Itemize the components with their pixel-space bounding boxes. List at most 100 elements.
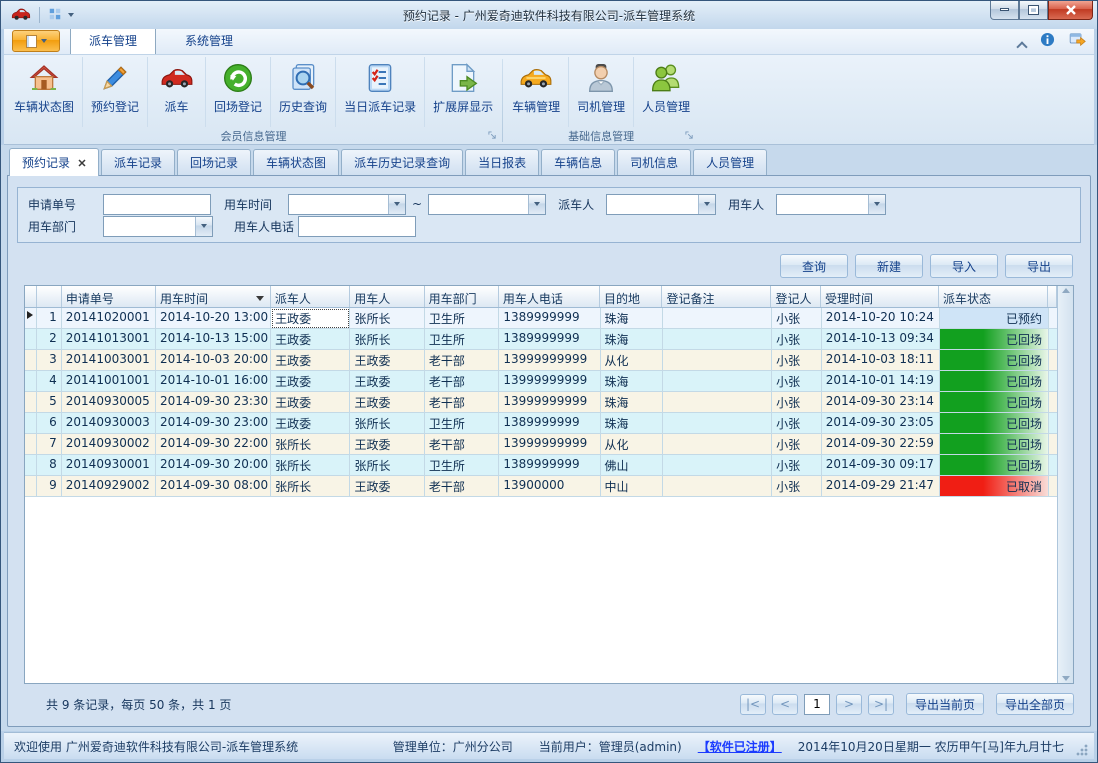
ribbon-button-vehicle-manage[interactable]: 车辆管理 bbox=[504, 57, 569, 127]
cell-status[interactable]: 已回场 bbox=[940, 350, 1049, 371]
cell-registrar[interactable]: 小张 bbox=[772, 350, 822, 371]
cell-phone[interactable]: 1389999999 bbox=[499, 455, 600, 476]
cell-destination[interactable]: 珠海 bbox=[601, 371, 664, 392]
cell-apply_no[interactable]: 20141003001 bbox=[62, 350, 156, 371]
cell-registrar[interactable]: 小张 bbox=[772, 329, 822, 350]
apply-no-input[interactable] bbox=[103, 194, 211, 215]
cell-use_time[interactable]: 2014-09-30 23:00 bbox=[156, 413, 271, 434]
row-indicator-cell[interactable] bbox=[25, 413, 37, 434]
dialog-launcher-icon[interactable] bbox=[685, 130, 694, 143]
cell-remark[interactable] bbox=[663, 434, 772, 455]
cell-user[interactable]: 张所长 bbox=[350, 413, 424, 434]
row-number-cell[interactable]: 2 bbox=[37, 329, 62, 350]
application-menu-button[interactable] bbox=[12, 30, 60, 52]
row-indicator-cell[interactable] bbox=[25, 455, 37, 476]
dropdown-icon[interactable] bbox=[528, 195, 545, 214]
cell-accept_time[interactable]: 2014-09-30 23:05 bbox=[822, 413, 940, 434]
cell-remark[interactable] bbox=[663, 392, 772, 413]
cell-department[interactable]: 卫生所 bbox=[425, 413, 499, 434]
export-button[interactable]: 导出 bbox=[1005, 254, 1073, 278]
cell-status[interactable]: 已预约 bbox=[940, 308, 1049, 329]
dialog-launcher-icon[interactable] bbox=[488, 130, 497, 143]
row-number-cell[interactable]: 3 bbox=[37, 350, 62, 371]
cell-department[interactable]: 老干部 bbox=[425, 392, 499, 413]
cell-user[interactable]: 王政委 bbox=[350, 434, 424, 455]
cell-department[interactable]: 老干部 bbox=[425, 434, 499, 455]
column-header-2[interactable]: 派车人 bbox=[271, 286, 350, 307]
cell-accept_time[interactable]: 2014-10-20 10:24 bbox=[822, 308, 940, 329]
cell-dispatcher[interactable]: 张所长 bbox=[271, 455, 350, 476]
row-indicator-cell[interactable] bbox=[25, 392, 37, 413]
grid-row-1[interactable]: 1201410200012014-10-20 13:00王政委张所长卫生所138… bbox=[25, 308, 1057, 329]
column-header-3[interactable]: 用车人 bbox=[350, 286, 424, 307]
cell-accept_time[interactable]: 2014-10-01 14:19 bbox=[822, 371, 940, 392]
ribbon-tab-system[interactable]: 系统管理 bbox=[166, 26, 252, 54]
cell-apply_no[interactable]: 20140930003 bbox=[62, 413, 156, 434]
column-header-0[interactable]: 申请单号 bbox=[62, 286, 156, 307]
grid-row-5[interactable]: 5201409300052014-09-30 23:30王政委王政委老干部139… bbox=[25, 392, 1057, 413]
dispatcher-combo[interactable] bbox=[606, 194, 716, 215]
column-header-9[interactable]: 受理时间 bbox=[821, 286, 939, 307]
cell-destination[interactable]: 珠海 bbox=[601, 329, 664, 350]
department-combo[interactable] bbox=[103, 216, 213, 237]
cell-destination[interactable]: 从化 bbox=[601, 350, 664, 371]
row-number-cell[interactable]: 9 bbox=[37, 476, 62, 497]
cell-apply_no[interactable]: 20140930002 bbox=[62, 434, 156, 455]
grid-row-3[interactable]: 3201410030012014-10-03 20:00王政委王政委老干部139… bbox=[25, 350, 1057, 371]
ribbon-button-dispatch[interactable]: 派车 bbox=[148, 57, 206, 127]
ribbon-button-personnel-manage[interactable]: 人员管理 bbox=[634, 57, 698, 127]
row-indicator-cell[interactable] bbox=[25, 329, 37, 350]
create-button[interactable]: 新建 bbox=[855, 254, 923, 278]
cell-user[interactable]: 王政委 bbox=[350, 350, 424, 371]
cell-phone[interactable]: 1389999999 bbox=[499, 329, 600, 350]
cell-remark[interactable] bbox=[663, 308, 772, 329]
row-number-cell[interactable]: 8 bbox=[37, 455, 62, 476]
resize-grip[interactable] bbox=[1076, 744, 1088, 756]
export-all-pages-button[interactable]: 导出全部页 bbox=[996, 693, 1074, 715]
doc-tab-1[interactable]: 派车记录 bbox=[101, 149, 175, 176]
cell-status[interactable]: 已回场 bbox=[940, 434, 1049, 455]
cell-destination[interactable]: 佛山 bbox=[601, 455, 664, 476]
cell-phone[interactable]: 13999999999 bbox=[499, 434, 600, 455]
cell-apply_no[interactable]: 20141020001 bbox=[62, 308, 156, 329]
doc-tab-7[interactable]: 司机信息 bbox=[617, 149, 691, 176]
column-header-10[interactable]: 派车状态 bbox=[939, 286, 1048, 307]
first-page-button[interactable]: |< bbox=[740, 694, 766, 715]
cell-use_time[interactable]: 2014-10-20 13:00 bbox=[156, 308, 271, 329]
cell-dispatcher[interactable]: 张所长 bbox=[271, 434, 350, 455]
doc-tab-2[interactable]: 回场记录 bbox=[177, 149, 251, 176]
cell-registrar[interactable]: 小张 bbox=[772, 455, 822, 476]
ribbon-button-today-dispatch-records[interactable]: 当日派车记录 bbox=[336, 57, 425, 127]
row-number-cell[interactable]: 4 bbox=[37, 371, 62, 392]
cell-department[interactable]: 老干部 bbox=[425, 476, 499, 497]
cell-accept_time[interactable]: 2014-09-29 21:47 bbox=[822, 476, 940, 497]
layout-grid-icon[interactable] bbox=[48, 7, 62, 24]
cell-user[interactable]: 张所长 bbox=[350, 308, 424, 329]
cell-user[interactable]: 王政委 bbox=[350, 392, 424, 413]
last-page-button[interactable]: >| bbox=[868, 694, 894, 715]
cell-use_time[interactable]: 2014-10-13 15:00 bbox=[156, 329, 271, 350]
column-header-4[interactable]: 用车部门 bbox=[425, 286, 499, 307]
grid-row-9[interactable]: 9201409290022014-09-30 08:00张所长王政委老干部139… bbox=[25, 476, 1057, 497]
row-indicator-cell[interactable] bbox=[25, 476, 37, 497]
grid-row-8[interactable]: 8201409300012014-09-30 20:00张所长张所长卫生所138… bbox=[25, 455, 1057, 476]
cell-apply_no[interactable]: 20140929002 bbox=[62, 476, 156, 497]
cell-status[interactable]: 已回场 bbox=[940, 413, 1049, 434]
cell-registrar[interactable]: 小张 bbox=[772, 476, 822, 497]
row-indicator-cell[interactable] bbox=[25, 371, 37, 392]
close-button[interactable] bbox=[1048, 1, 1093, 20]
about-window-icon[interactable] bbox=[1069, 32, 1086, 50]
cell-user[interactable]: 王政委 bbox=[350, 371, 424, 392]
cell-phone[interactable]: 13900000 bbox=[499, 476, 600, 497]
ribbon-button-vehicle-status-map[interactable]: 车辆状态图 bbox=[6, 57, 83, 127]
next-page-button[interactable]: > bbox=[836, 694, 862, 715]
dropdown-icon[interactable] bbox=[868, 195, 885, 214]
cell-remark[interactable] bbox=[663, 476, 772, 497]
cell-apply_no[interactable]: 20140930005 bbox=[62, 392, 156, 413]
query-button[interactable]: 查询 bbox=[780, 254, 848, 278]
maximize-button[interactable] bbox=[1019, 1, 1048, 20]
cell-dispatcher[interactable]: 王政委 bbox=[271, 308, 350, 329]
cell-phone[interactable]: 13999999999 bbox=[499, 350, 600, 371]
cell-use_time[interactable]: 2014-10-01 16:00 bbox=[156, 371, 271, 392]
grid-row-6[interactable]: 6201409300032014-09-30 23:00王政委张所长卫生所138… bbox=[25, 413, 1057, 434]
